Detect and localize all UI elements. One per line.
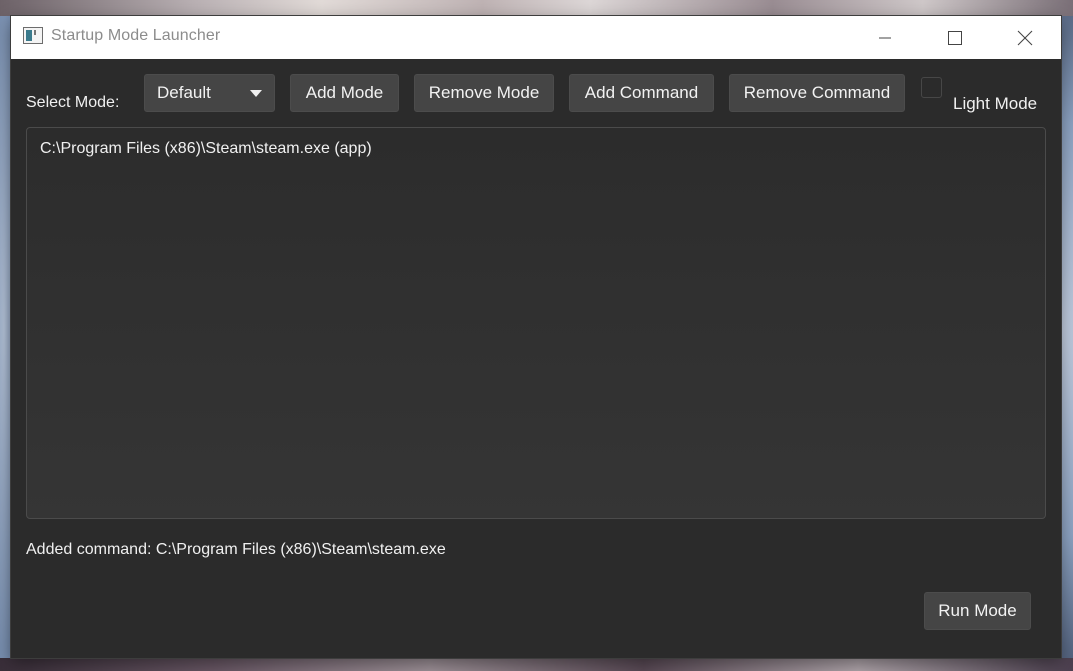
desktop-wallpaper-bottom bbox=[0, 658, 1073, 671]
mode-select-value: Default bbox=[157, 83, 211, 102]
light-mode-checkbox[interactable] bbox=[921, 77, 942, 98]
title-bar[interactable]: Startup Mode Launcher bbox=[11, 16, 1061, 59]
command-list[interactable]: C:\Program Files (x86)\Steam\steam.exe (… bbox=[26, 127, 1046, 519]
mode-select[interactable]: Default bbox=[144, 74, 275, 112]
close-button[interactable] bbox=[996, 16, 1054, 59]
status-text: Added command: C:\Program Files (x86)\St… bbox=[26, 541, 446, 558]
add-mode-button[interactable]: Add Mode bbox=[290, 74, 399, 112]
light-mode-label[interactable]: Light Mode bbox=[953, 94, 1037, 114]
maximize-button[interactable] bbox=[926, 16, 984, 59]
run-mode-button[interactable]: Run Mode bbox=[924, 592, 1031, 630]
add-command-button[interactable]: Add Command bbox=[569, 74, 714, 112]
app-window-icon bbox=[23, 27, 43, 44]
window-title: Startup Mode Launcher bbox=[51, 27, 221, 44]
minimize-icon bbox=[879, 37, 891, 38]
main-content: Select Mode: Default Add Mode Remove Mod… bbox=[11, 59, 1061, 658]
desktop-wallpaper-top bbox=[0, 0, 1073, 16]
maximize-icon bbox=[948, 30, 962, 45]
app-window: Startup Mode Launcher Select Mode: Defau… bbox=[11, 16, 1061, 658]
remove-mode-button[interactable]: Remove Mode bbox=[414, 74, 554, 112]
select-mode-label: Select Mode: bbox=[26, 94, 120, 111]
list-item[interactable]: C:\Program Files (x86)\Steam\steam.exe (… bbox=[40, 140, 372, 158]
remove-command-button[interactable]: Remove Command bbox=[729, 74, 905, 112]
chevron-down-icon bbox=[250, 90, 262, 97]
minimize-button[interactable] bbox=[856, 16, 914, 59]
close-icon bbox=[1017, 30, 1033, 45]
